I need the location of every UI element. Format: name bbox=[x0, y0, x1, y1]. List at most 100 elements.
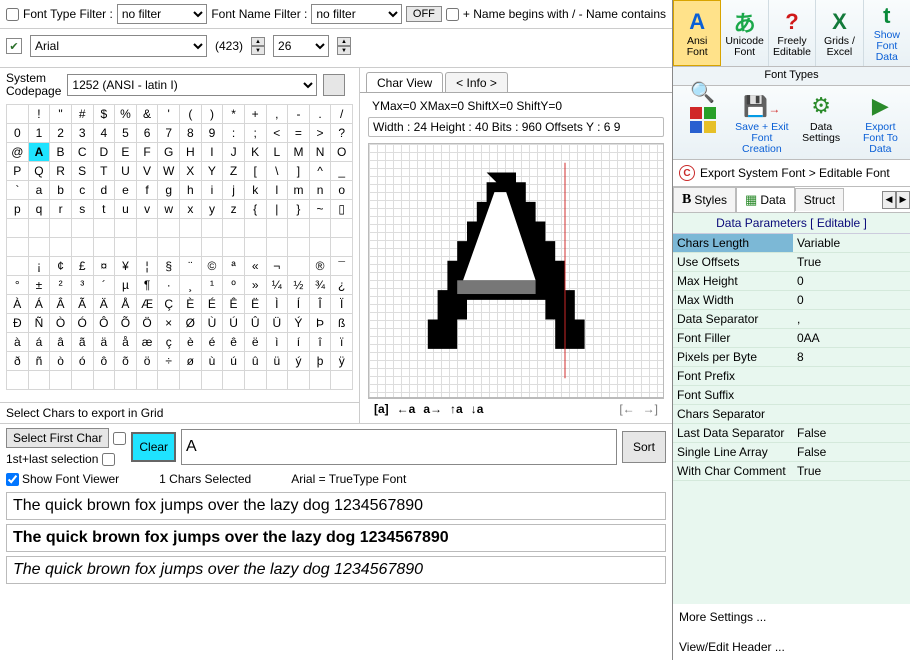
char-cell[interactable]: æ bbox=[136, 333, 158, 352]
char-cell[interactable]: a bbox=[28, 181, 50, 200]
selected-chars-input[interactable] bbox=[181, 429, 617, 465]
char-cell[interactable]: 4 bbox=[93, 124, 115, 143]
char-cell[interactable]: H bbox=[180, 143, 202, 162]
param-value[interactable]: 0 bbox=[793, 272, 910, 290]
char-cell[interactable]: ½ bbox=[288, 276, 310, 295]
char-cell[interactable]: ÷ bbox=[158, 352, 180, 371]
char-cell[interactable]: Ù bbox=[201, 314, 223, 333]
char-cell[interactable] bbox=[50, 371, 72, 390]
char-cell[interactable] bbox=[7, 105, 29, 124]
char-cell[interactable]: â bbox=[50, 333, 72, 352]
filter-enable-checkbox[interactable] bbox=[6, 8, 19, 21]
view-edit-header-link[interactable]: View/Edit Header ... bbox=[679, 640, 904, 654]
param-row[interactable]: Font Prefix bbox=[673, 367, 910, 386]
char-cell[interactable]: Å bbox=[115, 295, 137, 314]
char-cell[interactable]: o bbox=[331, 181, 353, 200]
char-cell[interactable]: é bbox=[201, 333, 223, 352]
char-cell[interactable]: Ï bbox=[331, 295, 353, 314]
tab-struct[interactable]: Struct bbox=[795, 188, 844, 211]
param-value[interactable]: 0AA bbox=[793, 329, 910, 347]
char-cell[interactable] bbox=[93, 238, 115, 257]
char-cell[interactable] bbox=[136, 238, 158, 257]
char-cell[interactable] bbox=[288, 257, 310, 276]
char-cell[interactable]: , bbox=[266, 105, 288, 124]
param-value[interactable]: , bbox=[793, 310, 910, 328]
char-cell[interactable]: $ bbox=[93, 105, 115, 124]
char-cell[interactable] bbox=[28, 238, 50, 257]
char-cell[interactable]: ª bbox=[223, 257, 245, 276]
char-cell[interactable]: Ø bbox=[180, 314, 202, 333]
char-cell[interactable]: Y bbox=[201, 162, 223, 181]
char-cell[interactable]: 9 bbox=[201, 124, 223, 143]
char-cell[interactable]: ß bbox=[331, 314, 353, 333]
char-cell[interactable]: . bbox=[309, 105, 331, 124]
font-index-down-button[interactable]: ▼ bbox=[251, 46, 265, 55]
char-cell[interactable]: Ý bbox=[288, 314, 310, 333]
char-cell[interactable] bbox=[201, 219, 223, 238]
char-cell[interactable]: b bbox=[50, 181, 72, 200]
char-cell[interactable]: ì bbox=[266, 333, 288, 352]
char-cell[interactable]: ä bbox=[93, 333, 115, 352]
char-cell[interactable]: Í bbox=[288, 295, 310, 314]
char-cell[interactable]: ! bbox=[28, 105, 50, 124]
char-cell[interactable]: m bbox=[288, 181, 310, 200]
char-cell[interactable]: 2 bbox=[50, 124, 72, 143]
char-cell[interactable]: ô bbox=[93, 352, 115, 371]
char-cell[interactable]: à bbox=[7, 333, 29, 352]
char-cell[interactable] bbox=[288, 219, 310, 238]
char-cell[interactable]: < bbox=[266, 124, 288, 143]
char-cell[interactable]: ¯ bbox=[331, 257, 353, 276]
char-cell[interactable]: n bbox=[309, 181, 331, 200]
char-cell[interactable]: ¶ bbox=[136, 276, 158, 295]
param-row[interactable]: Last Data SeparatorFalse bbox=[673, 424, 910, 443]
font-size-down-button[interactable]: ▼ bbox=[337, 46, 351, 55]
char-cell[interactable]: ' bbox=[158, 105, 180, 124]
char-cell[interactable]: ¸ bbox=[180, 276, 202, 295]
char-cell[interactable]: Õ bbox=[115, 314, 137, 333]
char-cell[interactable] bbox=[50, 219, 72, 238]
char-cell[interactable]: ° bbox=[7, 276, 29, 295]
char-cell[interactable]: v bbox=[136, 200, 158, 219]
char-cell[interactable]: « bbox=[244, 257, 266, 276]
cv-shift-up-button[interactable]: ↑a bbox=[448, 402, 465, 416]
char-cell[interactable]: M bbox=[288, 143, 310, 162]
char-cell[interactable] bbox=[331, 238, 353, 257]
char-cell[interactable] bbox=[28, 371, 50, 390]
char-cell[interactable]: s bbox=[71, 200, 93, 219]
char-cell[interactable]: ▯ bbox=[331, 200, 353, 219]
char-cell[interactable]: : bbox=[223, 124, 245, 143]
first-last-selection-checkbox[interactable] bbox=[102, 453, 115, 466]
char-cell[interactable]: _ bbox=[331, 162, 353, 181]
param-row[interactable]: Font Suffix bbox=[673, 386, 910, 405]
char-cell[interactable]: = bbox=[288, 124, 310, 143]
char-cell[interactable]: W bbox=[158, 162, 180, 181]
char-cell[interactable]: Ô bbox=[93, 314, 115, 333]
ribbon-ansi-font-button[interactable]: AAnsi Font bbox=[673, 0, 721, 66]
params-table[interactable]: Chars LengthVariableUse OffsetsTrueMax H… bbox=[673, 234, 910, 604]
char-cell[interactable]: Ê bbox=[223, 295, 245, 314]
tab-scroll-right-button[interactable]: ▶ bbox=[896, 191, 910, 209]
char-cell[interactable]: h bbox=[180, 181, 202, 200]
param-row[interactable]: Max Height0 bbox=[673, 272, 910, 291]
char-cell[interactable]: È bbox=[180, 295, 202, 314]
char-cell[interactable]: è bbox=[180, 333, 202, 352]
char-cell[interactable]: c bbox=[71, 181, 93, 200]
char-cell[interactable]: ² bbox=[50, 276, 72, 295]
char-cell[interactable]: Ç bbox=[158, 295, 180, 314]
char-cell[interactable]: ® bbox=[309, 257, 331, 276]
char-cell[interactable] bbox=[180, 371, 202, 390]
char-cell[interactable]: å bbox=[115, 333, 137, 352]
char-cell[interactable]: Î bbox=[309, 295, 331, 314]
font-index-up-button[interactable]: ▲ bbox=[251, 37, 265, 46]
char-cell[interactable] bbox=[309, 238, 331, 257]
char-cell[interactable]: > bbox=[309, 124, 331, 143]
font-size-select[interactable]: 26 bbox=[273, 35, 329, 57]
char-cell[interactable] bbox=[71, 219, 93, 238]
char-cell[interactable]: K bbox=[244, 143, 266, 162]
char-cell[interactable]: ( bbox=[180, 105, 202, 124]
char-cell[interactable]: ± bbox=[28, 276, 50, 295]
char-cell[interactable]: ? bbox=[331, 124, 353, 143]
char-cell[interactable] bbox=[28, 219, 50, 238]
char-cell[interactable]: | bbox=[266, 200, 288, 219]
char-cell[interactable]: ù bbox=[201, 352, 223, 371]
